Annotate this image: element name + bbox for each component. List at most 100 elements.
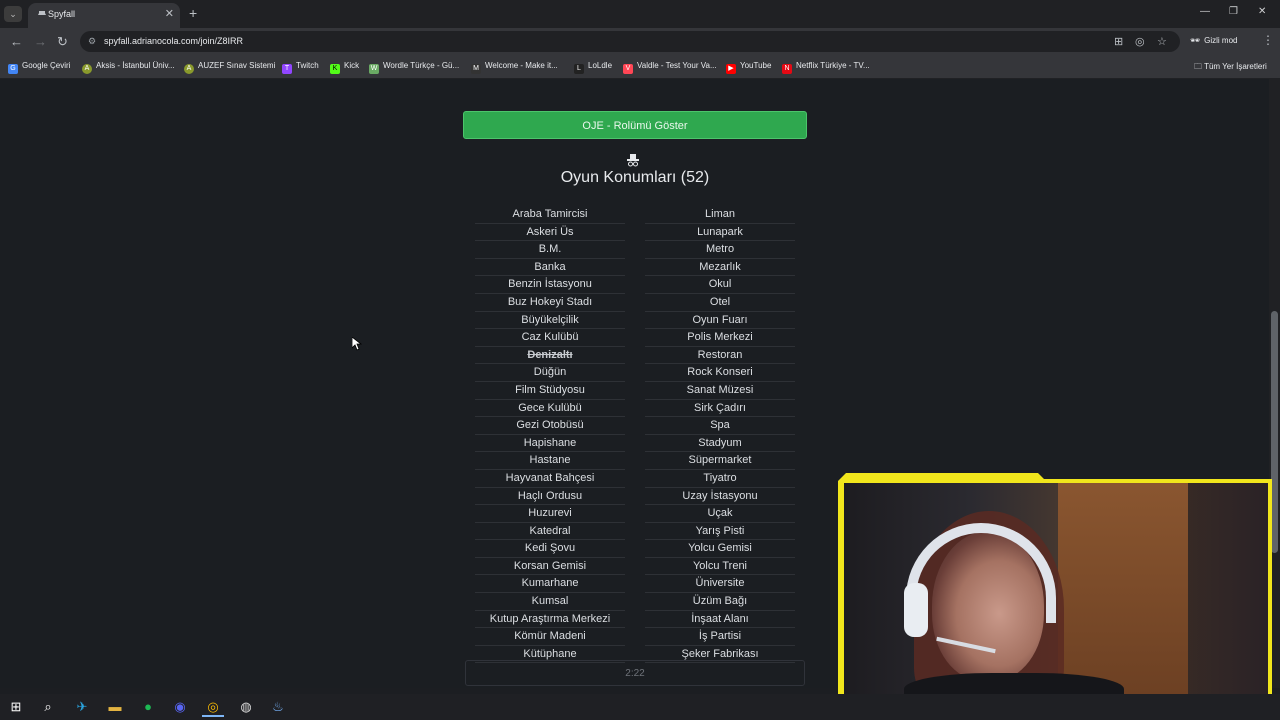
incognito-indicator[interactable]: 🕶 Gizli mod xyxy=(1190,36,1238,45)
bookmark-netflix[interactable]: N Netflix Türkiye - TV... xyxy=(782,61,870,74)
location-item[interactable]: Gezi Otobüsü xyxy=(475,417,625,435)
tab-spyfall[interactable]: Spyfall ✕ xyxy=(28,3,180,28)
location-item[interactable]: Polis Merkezi xyxy=(645,329,795,347)
menu-kebab-icon[interactable]: ⋮ xyxy=(1262,33,1274,47)
tracking-eye-icon[interactable]: ◎ xyxy=(1135,35,1145,48)
location-item[interactable]: Mezarlık xyxy=(645,259,795,277)
location-item[interactable]: Benzin İstasyonu xyxy=(475,276,625,294)
location-item[interactable]: Huzurevi xyxy=(475,505,625,523)
tab-title: Spyfall xyxy=(48,9,76,19)
url-text[interactable]: spyfall.adrianocola.com/join/Z8IRR xyxy=(104,36,243,46)
location-item[interactable]: Lunapark xyxy=(645,224,795,242)
webcam-overlay xyxy=(838,473,1272,713)
location-item[interactable]: Hapishane xyxy=(475,435,625,453)
location-item[interactable]: Otel xyxy=(645,294,795,312)
location-item[interactable]: Caz Kulübü xyxy=(475,329,625,347)
location-item[interactable]: İş Partisi xyxy=(645,628,795,646)
aksis-icon: A xyxy=(82,64,92,74)
close-window-icon[interactable]: ✕ xyxy=(1258,6,1266,17)
minimize-icon[interactable]: — xyxy=(1200,6,1210,17)
reload-icon[interactable]: ↻ xyxy=(57,34,68,50)
location-item[interactable]: Yolcu Gemisi xyxy=(645,540,795,558)
location-item[interactable]: Oyun Fuarı xyxy=(645,312,795,330)
location-item[interactable]: Liman xyxy=(645,206,795,224)
bookmark-twitch[interactable]: T Twitch xyxy=(282,61,319,74)
location-item[interactable]: Film Stüdyosu xyxy=(475,382,625,400)
location-item[interactable]: Araba Tamircisi xyxy=(475,206,625,224)
location-item[interactable]: Hastane xyxy=(475,452,625,470)
location-item[interactable]: Restoran xyxy=(645,347,795,365)
scrollbar-thumb[interactable] xyxy=(1271,311,1278,553)
location-item[interactable]: Askeri Üs xyxy=(475,224,625,242)
windows-start-icon[interactable]: ⊞ xyxy=(5,697,27,717)
file-explorer-icon[interactable]: ▬ xyxy=(104,697,126,717)
tab-search-button[interactable]: ⌄ xyxy=(4,6,22,22)
all-bookmarks-folder[interactable]: 🗀 Tüm Yer İşaretleri xyxy=(1194,61,1267,75)
location-item[interactable]: Spa xyxy=(645,417,795,435)
location-item[interactable]: Tiyatro xyxy=(645,470,795,488)
location-item[interactable]: Büyükelçilik xyxy=(475,312,625,330)
location-item[interactable]: Metro xyxy=(645,241,795,259)
obs-icon[interactable]: ◍ xyxy=(235,697,257,717)
taskbar-search-icon[interactable]: ⌕ xyxy=(37,697,59,717)
new-tab-icon[interactable]: + xyxy=(189,5,197,21)
webcam-video xyxy=(844,483,1268,707)
location-item[interactable]: Düğün xyxy=(475,364,625,382)
game-timer: 2:22 xyxy=(465,660,805,686)
location-item[interactable]: Katedral xyxy=(475,523,625,541)
location-item[interactable]: B.M. xyxy=(475,241,625,259)
bookmark-star-icon[interactable]: ☆ xyxy=(1157,35,1167,48)
browser-toolbar: ← → ↻ ⚙ spyfall.adrianocola.com/join/Z8I… xyxy=(0,28,1280,56)
location-item[interactable]: Stadyum xyxy=(645,435,795,453)
location-item[interactable]: Üniversite xyxy=(645,575,795,594)
close-tab-icon[interactable]: ✕ xyxy=(165,7,174,20)
location-item[interactable]: Sanat Müzesi xyxy=(645,382,795,400)
location-item[interactable]: Korsan Gemisi xyxy=(475,558,625,576)
steam-icon[interactable]: ♨ xyxy=(267,697,289,717)
bookmark-aksis[interactable]: A Aksis - İstanbul Üniv... xyxy=(82,61,175,74)
location-item[interactable]: Haçlı Ordusu xyxy=(475,488,625,506)
address-bar[interactable]: ⚙ spyfall.adrianocola.com/join/Z8IRR ⊞ ◎… xyxy=(80,31,1180,52)
back-arrow-icon[interactable]: ← xyxy=(10,34,23,49)
locations-heading: Oyun Konumları (52) xyxy=(560,169,710,186)
location-item[interactable]: Üzüm Bağı xyxy=(645,593,795,611)
location-item[interactable]: Uzay İstasyonu xyxy=(645,488,795,506)
location-item[interactable]: Rock Konseri xyxy=(645,364,795,382)
translate-icon[interactable]: ⊞ xyxy=(1114,35,1123,48)
location-item[interactable]: Hayvanat Bahçesi xyxy=(475,470,625,488)
site-info-icon[interactable]: ⚙ xyxy=(88,36,96,47)
location-item[interactable]: Sirk Çadırı xyxy=(645,400,795,418)
location-item[interactable]: Gece Kulübü xyxy=(475,400,625,418)
chrome-icon[interactable]: ◎ xyxy=(202,697,224,717)
location-item[interactable]: Kumsal xyxy=(475,593,625,611)
locations-column-left: Araba Tamircisi Askeri Üs B.M. Banka Benzin … xyxy=(475,206,625,664)
forward-arrow-icon[interactable]: → xyxy=(34,34,47,49)
spotify-icon[interactable]: ● xyxy=(137,697,159,717)
location-item[interactable]: Denizaltı xyxy=(475,347,625,365)
location-item[interactable]: Yarış Pisti xyxy=(645,523,795,541)
location-item[interactable]: Yolcu Treni xyxy=(645,558,795,576)
bookmark-google-translate[interactable]: G Google Çeviri xyxy=(8,61,70,74)
bookmark-valdle[interactable]: V Valdle - Test Your Va... xyxy=(623,61,717,74)
bookmark-welcome[interactable]: M Welcome - Make it... xyxy=(471,61,558,74)
location-item[interactable]: Kumarhane xyxy=(475,575,625,594)
location-item[interactable]: Buz Hokeyi Stadı xyxy=(475,294,625,312)
location-item[interactable]: Kutup Araştırma Merkezi xyxy=(475,611,625,629)
tab-strip: ⌄ Spyfall ✕ + — ❐ ✕ xyxy=(0,0,1280,28)
bookmark-auzef[interactable]: A AUZEF Sınav Sistemi xyxy=(184,61,275,74)
show-role-button[interactable]: OJE - Rolümü Göster xyxy=(463,111,807,139)
location-item[interactable]: Uçak xyxy=(645,505,795,523)
location-item[interactable]: Süpermarket xyxy=(645,452,795,470)
location-item[interactable]: İnşaat Alanı xyxy=(645,611,795,629)
location-item[interactable]: Banka xyxy=(475,259,625,277)
bookmark-youtube[interactable]: ▶ YouTube xyxy=(726,61,771,74)
discord-icon[interactable]: ◉ xyxy=(169,697,191,717)
bookmark-wordle[interactable]: W Wordle Türkçe - Gü... xyxy=(369,61,459,74)
bookmark-kick[interactable]: K Kick xyxy=(330,61,359,74)
location-item[interactable]: Kömür Madeni xyxy=(475,628,625,646)
bookmark-loldle[interactable]: L LoLdle xyxy=(574,61,612,74)
location-item[interactable]: Kedi Şovu xyxy=(475,540,625,558)
location-item[interactable]: Okul xyxy=(645,276,795,294)
telegram-icon[interactable]: ✈ xyxy=(71,697,93,717)
maximize-icon[interactable]: ❐ xyxy=(1229,6,1238,17)
